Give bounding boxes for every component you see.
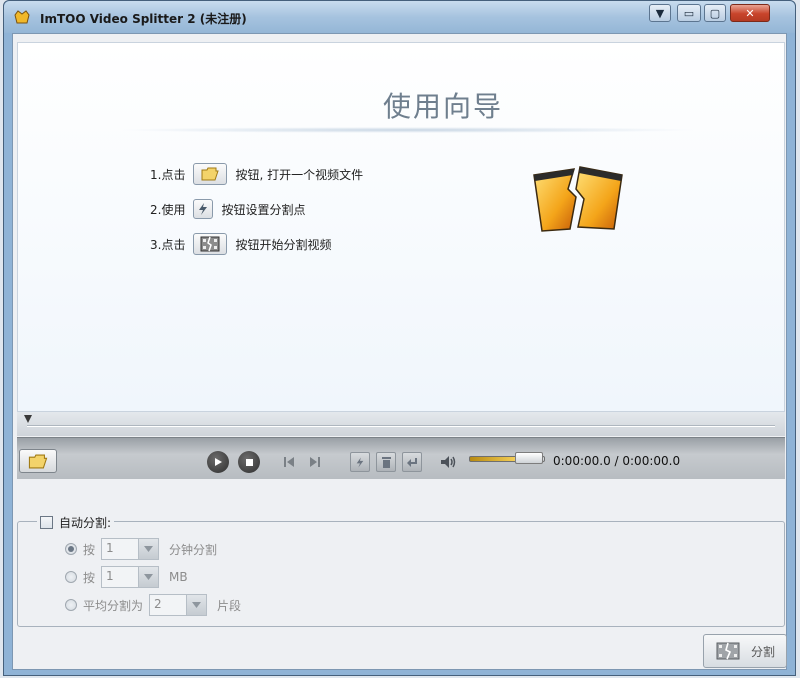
split-point-icon [356, 457, 364, 467]
option-prefix: 平均分割为 [83, 598, 144, 613]
app-window: ImTOO Video Splitter 2 (未注册) ▼ ▭ ▢ ✕ 使用向… [3, 0, 796, 676]
auto-split-label: 自动分割: [59, 516, 112, 530]
undo-button[interactable] [402, 452, 422, 472]
stop-button[interactable] [238, 451, 260, 473]
radio-selected-dot [68, 546, 74, 552]
split-point-icon [199, 203, 208, 215]
wizard-step-2: 2.使用 按钮设置分割点 [150, 199, 305, 219]
wizard-title: 使用向导 [383, 90, 504, 123]
delete-button[interactable] [376, 452, 396, 472]
split-button-label: 分割 [750, 644, 775, 659]
wizard-divider [118, 127, 698, 133]
option-suffix: 片段 [217, 598, 242, 613]
client-area: 使用向导 1.点击 按钮, 打开一个视频文件 2.使用 按钮设置分割点 3.点击… [12, 33, 787, 670]
time-display: 0:00:00.0 / 0:00:00.0 [553, 454, 681, 468]
option-suffix: 分钟分割 [169, 542, 218, 557]
chevron-down-icon[interactable] [186, 595, 207, 615]
previous-frame-button[interactable] [279, 452, 299, 472]
return-icon [407, 457, 417, 467]
option-equal-parts: 平均分割为 2 片段 [65, 594, 241, 616]
volume-thumb[interactable] [515, 452, 543, 464]
step-text: 按钮设置分割点 [221, 202, 306, 217]
window-title: ImTOO Video Splitter 2 (未注册) [40, 12, 247, 26]
step-prefix: 2.使用 [150, 202, 186, 217]
dropdown-icon: ▼ [655, 6, 665, 20]
step-open-button[interactable] [193, 163, 228, 185]
maximize-button[interactable]: ▢ [704, 4, 726, 22]
step-text: 按钮开始分割视频 [235, 237, 332, 252]
option-by-minutes: 按 1 分钟分割 [65, 538, 217, 560]
minimize-button[interactable]: ▭ [677, 4, 701, 22]
option-prefix: 按 [83, 542, 96, 557]
step-start-split-button[interactable] [193, 233, 228, 255]
play-icon [215, 458, 222, 466]
radio-by-minutes[interactable] [65, 543, 77, 555]
maximize-icon: ▢ [709, 6, 721, 20]
trash-icon [381, 456, 391, 468]
step-split-point-button[interactable] [193, 199, 214, 219]
broken-film-logo-icon [533, 166, 623, 232]
step-text: 按钮, 打开一个视频文件 [235, 167, 364, 182]
step-prefix: 1.点击 [150, 167, 186, 182]
minutes-select[interactable]: 1 [101, 538, 160, 560]
seek-bar[interactable] [17, 412, 785, 436]
radio-equal-parts[interactable] [65, 599, 77, 611]
close-icon: ✕ [745, 6, 755, 20]
chevron-down-icon[interactable] [138, 567, 159, 587]
split-button[interactable]: 分割 [703, 634, 787, 668]
folder-icon [28, 454, 48, 468]
skip-back-icon [284, 457, 294, 467]
app-logo-icon [14, 10, 30, 24]
stop-icon [245, 458, 253, 466]
auto-split-legend: 自动分割: [37, 514, 115, 531]
option-suffix: MB [169, 570, 188, 584]
speaker-icon [441, 456, 456, 468]
volume-button[interactable] [439, 452, 459, 472]
radio-by-size[interactable] [65, 571, 77, 583]
preview-area: 使用向导 1.点击 按钮, 打开一个视频文件 2.使用 按钮设置分割点 3.点击… [17, 42, 785, 412]
folder-icon [201, 167, 220, 181]
dropdown-button[interactable]: ▼ [649, 4, 671, 22]
set-split-point-button[interactable] [350, 452, 370, 472]
auto-split-checkbox[interactable] [40, 516, 53, 529]
seek-thumb[interactable] [24, 415, 32, 423]
parts-value: 2 [154, 597, 162, 611]
option-by-size: 按 1 MB [65, 566, 188, 588]
size-value: 1 [106, 569, 114, 583]
title-bar[interactable]: ImTOO Video Splitter 2 (未注册) ▼ ▭ ▢ ✕ [4, 1, 795, 33]
background-strip-right [796, 0, 800, 678]
wizard-step-1: 1.点击 按钮, 打开一个视频文件 [150, 163, 363, 185]
size-select[interactable]: 1 [101, 566, 160, 588]
minimize-icon: ▭ [683, 6, 695, 20]
film-split-icon [200, 236, 220, 252]
seek-track[interactable] [27, 425, 775, 427]
chevron-down-icon[interactable] [138, 539, 159, 559]
wizard-step-3: 3.点击 按钮开始分割视频 [150, 233, 331, 255]
skip-forward-icon [310, 457, 320, 467]
minutes-value: 1 [106, 541, 114, 555]
option-prefix: 按 [83, 570, 96, 585]
step-prefix: 3.点击 [150, 237, 186, 252]
player-controls: 0:00:00.0 / 0:00:00.0 [17, 437, 785, 479]
close-button[interactable]: ✕ [730, 4, 770, 22]
next-frame-button[interactable] [305, 452, 325, 472]
parts-select[interactable]: 2 [149, 594, 208, 616]
play-button[interactable] [207, 451, 229, 473]
open-file-button[interactable] [19, 449, 57, 473]
film-split-icon [716, 642, 740, 660]
